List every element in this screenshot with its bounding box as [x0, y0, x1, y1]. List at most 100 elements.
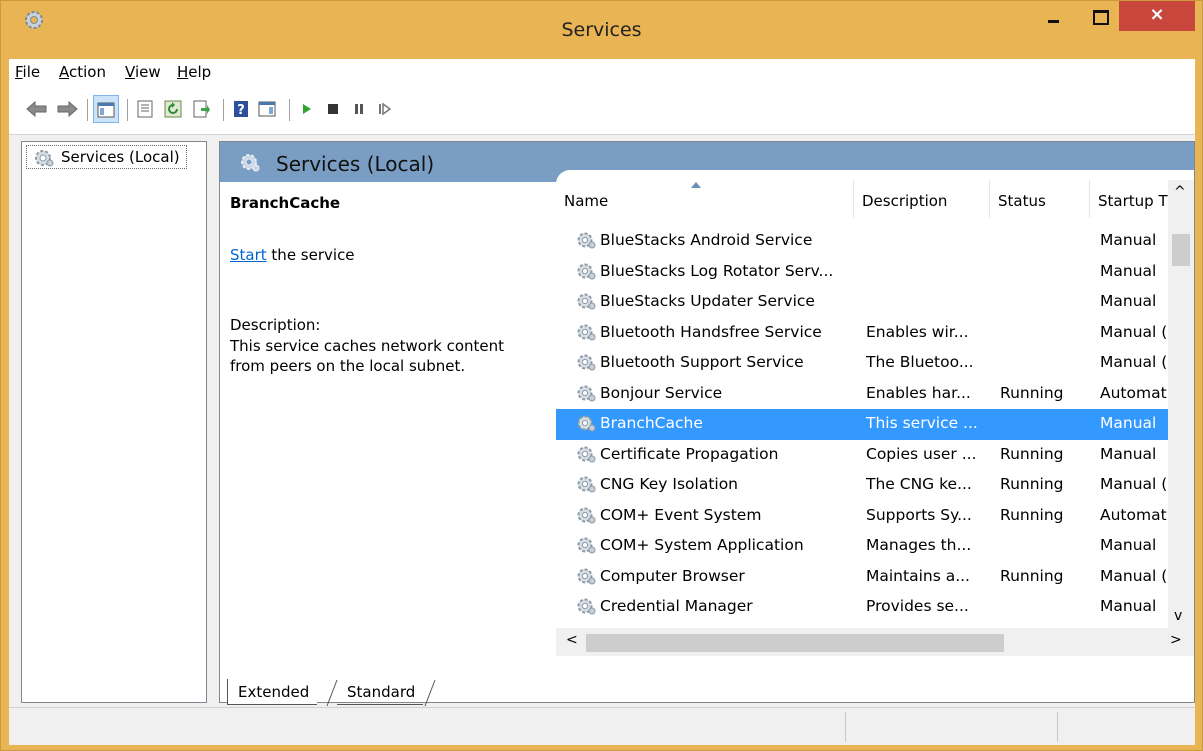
help-icon: ? — [234, 101, 248, 118]
services-list[interactable]: Name Description Status Startup T BlueSt… — [556, 170, 1194, 656]
toolbar-separator — [87, 99, 88, 121]
pause-service-icon — [355, 104, 363, 114]
service-startup-type: Manual — [1100, 444, 1157, 463]
refresh-icon — [164, 100, 182, 118]
menu-action[interactable]: Action — [59, 63, 106, 81]
service-name: Bonjour Service — [600, 383, 723, 402]
table-row[interactable]: Bluetooth Handsfree Service Enables wir..… — [556, 318, 1168, 349]
title-bar[interactable]: Services × — [1, 1, 1202, 59]
export-list-button[interactable] — [189, 95, 215, 123]
service-description: Manages th... — [866, 536, 972, 554]
service-description: Copies user ... — [866, 444, 977, 463]
column-headers: Name Description Status Startup T — [556, 180, 1168, 218]
service-gear-icon — [576, 597, 598, 621]
show-action-pane-button[interactable] — [255, 95, 281, 123]
service-gear-icon — [576, 536, 598, 560]
back-button[interactable] — [23, 95, 49, 123]
service-name: BlueStacks Log Rotator Serv... — [600, 261, 834, 280]
tab-extended[interactable]: Extended — [227, 679, 318, 705]
table-row[interactable]: CNG Key Isolation The CNG ke... Running Man… — [556, 470, 1168, 501]
menu-file[interactable]: File — [15, 63, 40, 81]
service-startup-type: Automat — [1100, 383, 1167, 402]
service-startup-type: Manual — [1100, 261, 1157, 280]
vertical-scrollbar[interactable]: ^ v — [1168, 180, 1194, 628]
description-label: Description: — [230, 316, 321, 334]
service-description: This service ... — [866, 414, 978, 432]
table-row[interactable]: BlueStacks Updater Service Manual — [556, 287, 1168, 318]
column-header-description[interactable]: Description — [854, 180, 990, 218]
toolbar-separator — [289, 99, 290, 121]
service-status: Running — [1000, 475, 1064, 493]
menu-view[interactable]: View — [125, 63, 161, 81]
service-gear-icon — [576, 384, 598, 408]
service-gear-icon — [576, 262, 598, 286]
toolbar: ? — [9, 87, 1195, 135]
service-name: Bluetooth Support Service — [600, 353, 804, 371]
services-gear-icon — [241, 154, 260, 172]
window-title: Services — [561, 19, 642, 41]
scroll-down-icon[interactable]: v — [1174, 608, 1182, 624]
table-row[interactable]: BlueStacks Android Service Manual — [556, 226, 1168, 257]
stop-service-button[interactable] — [321, 95, 347, 123]
properties-button[interactable] — [133, 95, 159, 123]
start-service-icon — [303, 104, 311, 114]
show-action-pane-icon — [258, 101, 276, 117]
table-row[interactable]: COM+ System Application Manages th... Manu… — [556, 531, 1168, 562]
forward-arrow-icon — [57, 100, 78, 118]
maximize-button[interactable] — [1083, 1, 1115, 33]
table-row[interactable]: Certificate Propagation Copies user ... Ru… — [556, 440, 1168, 471]
table-row[interactable]: BranchCache This service ... Manual — [556, 409, 1168, 440]
services-window: Services × File Action View Help ? Servi… — [0, 0, 1203, 751]
start-service-button[interactable] — [295, 95, 321, 123]
forward-button[interactable] — [53, 95, 79, 123]
service-description: The Bluetoo... — [866, 353, 974, 371]
show-hide-console-tree-button[interactable] — [93, 95, 119, 123]
service-description: Provides se... — [866, 597, 969, 615]
console-tree[interactable]: Services (Local) — [21, 141, 207, 703]
close-button[interactable]: × — [1119, 1, 1195, 31]
services-gear-icon — [35, 150, 54, 167]
scroll-left-icon[interactable]: < — [566, 632, 578, 648]
tab-standard[interactable]: Standard — [337, 679, 424, 705]
extended-description-pane: BranchCache Start the service Descriptio… — [220, 182, 544, 672]
scroll-right-icon[interactable]: > — [1170, 632, 1182, 648]
help-button[interactable]: ? — [229, 95, 255, 123]
refresh-button[interactable] — [161, 95, 187, 123]
service-description: The CNG ke... — [866, 475, 972, 493]
table-row[interactable]: BlueStacks Log Rotator Serv... Manual — [556, 257, 1168, 288]
start-service-link[interactable]: Start — [230, 246, 267, 264]
table-row[interactable]: Credential Manager Provides se... Manual — [556, 592, 1168, 623]
pause-service-button[interactable] — [347, 95, 373, 123]
table-row[interactable]: Bonjour Service Enables har... Running Auto… — [556, 379, 1168, 410]
column-header-status[interactable]: Status — [990, 180, 1090, 218]
vertical-scroll-thumb[interactable] — [1172, 234, 1190, 266]
table-row[interactable]: Bluetooth Support Service The Bluetoo... M… — [556, 348, 1168, 379]
horizontal-scrollbar[interactable]: < > — [556, 628, 1194, 656]
toolbar-separator — [127, 99, 128, 121]
main-client-area: Services (Local) Services (Local) Branch… — [9, 135, 1195, 707]
minimize-button[interactable] — [1035, 1, 1073, 33]
horizontal-scroll-thumb[interactable] — [586, 634, 1004, 652]
status-bar — [9, 707, 1195, 745]
resume-service-button[interactable] — [373, 95, 399, 123]
service-startup-type: Manual — [1100, 536, 1157, 554]
start-service-line: Start the service — [230, 246, 355, 264]
table-row[interactable]: Computer Browser Maintains a... Running Man… — [556, 562, 1168, 593]
service-startup-type: Automat — [1100, 505, 1167, 524]
menu-help[interactable]: Help — [177, 63, 211, 81]
service-gear-icon — [576, 292, 598, 316]
service-name: Credential Manager — [600, 597, 753, 615]
service-description: Enables har... — [866, 383, 971, 402]
status-bar-divider — [845, 712, 846, 742]
svg-text:?: ? — [237, 103, 245, 118]
column-header-startup-type[interactable]: Startup T — [1090, 180, 1168, 218]
column-header-name[interactable]: Name — [556, 180, 854, 218]
service-gear-icon — [576, 567, 598, 591]
scroll-up-icon[interactable]: ^ — [1174, 184, 1186, 200]
service-name: COM+ Event System — [600, 505, 762, 524]
description-text: This service caches network content from… — [230, 337, 505, 375]
start-service-suffix: the service — [266, 246, 355, 264]
resume-service-icon — [379, 102, 392, 116]
tree-item-services-local[interactable]: Services (Local) — [26, 145, 187, 169]
table-row[interactable]: COM+ Event System Supports Sy... Running Au… — [556, 501, 1168, 532]
